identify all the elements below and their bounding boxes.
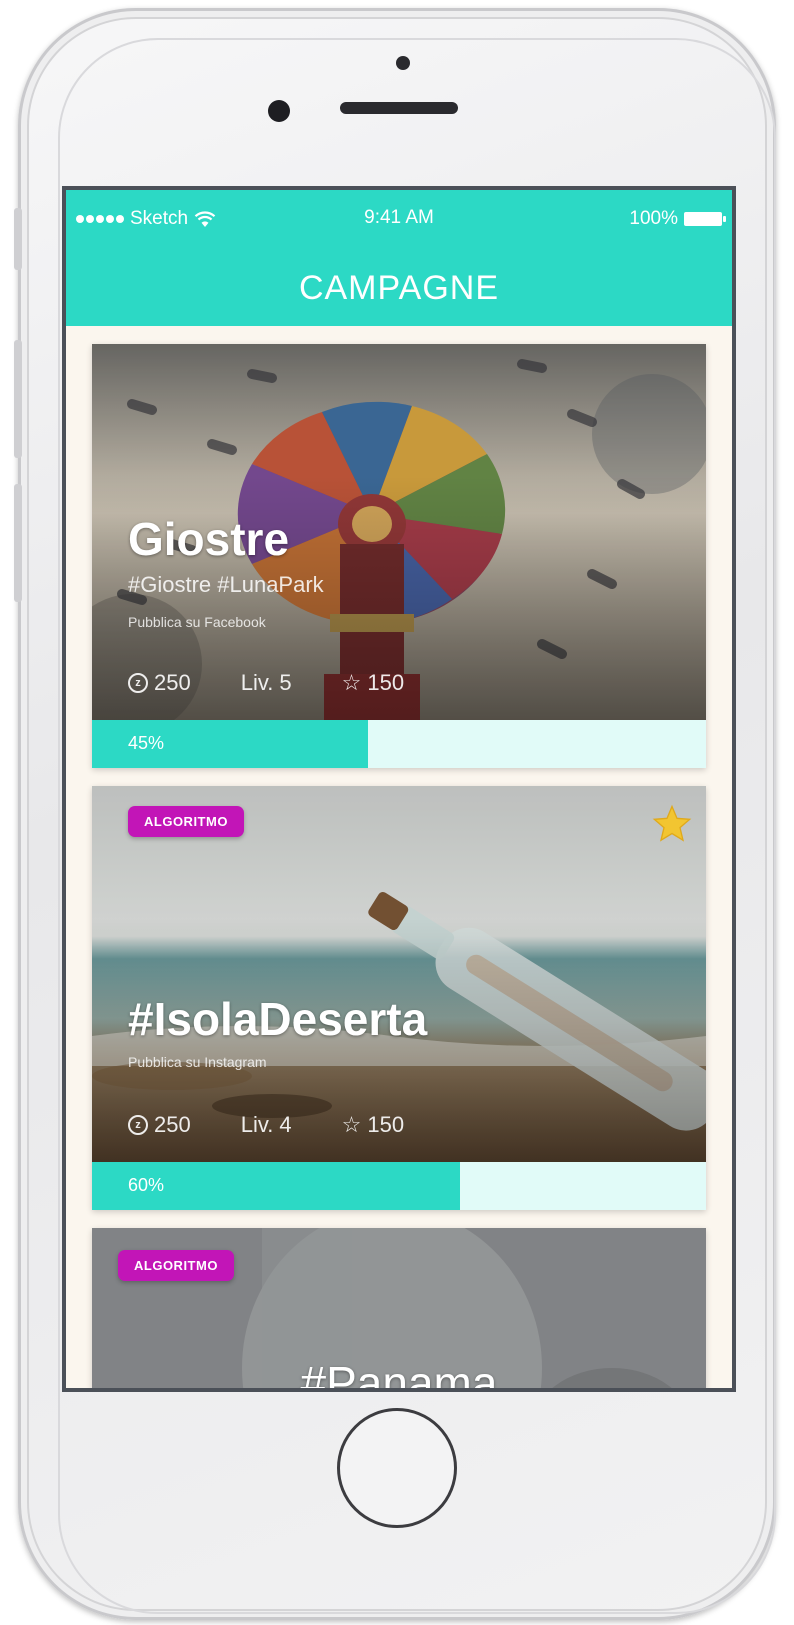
status-bar: Sketch 9:41 AM 100% [66, 190, 732, 250]
star-outline-icon: ☆ [341, 1112, 362, 1137]
campaign-platform: Pubblica su Facebook [128, 614, 266, 630]
battery-icon [684, 212, 726, 226]
proximity-sensor [268, 100, 290, 122]
stars-stat: ☆ 150 [342, 1112, 404, 1138]
stars-value: 150 [367, 1112, 405, 1137]
campaign-title: Giostre [128, 513, 290, 565]
stars-stat: ☆ 150 [342, 670, 404, 696]
campaign-progress-bar: 45% [92, 720, 706, 768]
campaign-card-panama[interactable]: ALGORITMO #Panama [92, 1228, 706, 1392]
screen: Sketch 9:41 AM 100% CAMPAGNE Giostre #Gi… [62, 186, 736, 1392]
volume-up-button [14, 340, 22, 458]
progress-label: 45% [128, 733, 165, 753]
home-button[interactable] [337, 1408, 457, 1528]
campaign-progress-bar: 60% [92, 1162, 706, 1210]
coins-value: 250 [154, 1112, 191, 1137]
campaign-stats: z 250 Liv. 4 ☆ 150 [128, 1112, 404, 1138]
nav-bar: CAMPAGNE [66, 250, 732, 326]
algorithm-badge: ALGORITMO [118, 1250, 234, 1281]
battery-group: 100% [629, 208, 726, 230]
level-stat: Liv. 4 [241, 1112, 292, 1138]
battery-percent: 100% [629, 208, 678, 229]
front-camera [396, 56, 410, 70]
campaign-hashtags: #Giostre #LunaPark [128, 572, 324, 597]
algorithm-badge: ALGORITMO [128, 806, 244, 837]
star-outline-icon: ☆ [341, 670, 362, 695]
campaign-title: #IsolaDeserta [128, 993, 428, 1045]
level-value: Liv. 4 [240, 1112, 292, 1137]
coins-value: 250 [154, 670, 191, 695]
progress-label: 60% [128, 1175, 165, 1195]
favorite-star-icon[interactable] [652, 804, 692, 844]
coin-icon: z [128, 1115, 148, 1135]
coin-icon: z [128, 673, 148, 693]
stars-value: 150 [367, 670, 405, 695]
coins-stat: z 250 [128, 670, 191, 696]
campaign-title: #Panama [300, 1357, 498, 1392]
page-title: CAMPAGNE [298, 268, 500, 307]
mute-switch [14, 208, 22, 270]
coins-stat: z 250 [128, 1112, 191, 1138]
level-value: Liv. 5 [240, 670, 292, 695]
campaign-platform: Pubblica su Instagram [128, 1054, 267, 1070]
earpiece-speaker [340, 102, 458, 114]
campaign-card-giostre[interactable]: Giostre #Giostre #LunaPark Pubblica su F… [92, 344, 706, 768]
volume-down-button [14, 484, 22, 602]
campaign-stats: z 250 Liv. 5 ☆ 150 [128, 670, 404, 696]
campaign-image-bottle [92, 786, 706, 1162]
level-stat: Liv. 5 [241, 670, 292, 696]
campaign-card-isoladeserta[interactable]: ALGORITMO #IsolaDeserta Pubblica su Inst… [92, 786, 706, 1210]
